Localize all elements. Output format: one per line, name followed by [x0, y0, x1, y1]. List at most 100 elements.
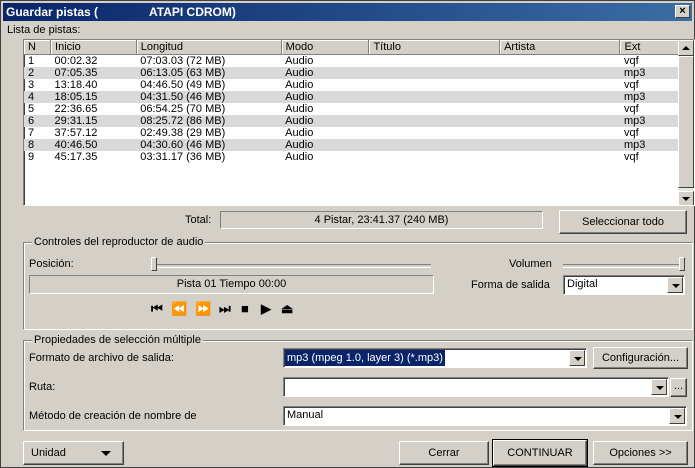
chevron-down-icon[interactable]	[651, 379, 667, 395]
track-cell	[499, 91, 620, 103]
track-cell: 04:31.50 (46 MB)	[136, 91, 282, 103]
track-cell: 37:57.12	[54, 127, 98, 139]
track-row[interactable]: 6 29:31.15 08:25.72 (86 MB) Audio mp3	[24, 115, 694, 127]
column-header[interactable]: Longitud	[136, 40, 282, 55]
column-header[interactable]: Inicio	[50, 40, 137, 55]
scroll-thumb[interactable]	[678, 56, 694, 188]
track-cell: 04:46.50 (49 MB)	[140, 79, 226, 91]
track-cell: 02:49.38 (29 MB)	[140, 127, 226, 139]
track-cell	[500, 55, 620, 68]
track-cell: 9	[28, 151, 35, 163]
title-text-2: ATAPI CDROM)	[149, 5, 236, 19]
track-row[interactable]: 2 07:05.35 06:13.05 (63 MB) Audio mp3	[24, 67, 694, 79]
track-cell: 13:18.40	[54, 79, 98, 91]
track-cell: 7	[28, 127, 35, 139]
track-cell: Audio	[285, 79, 314, 91]
eject-icon[interactable]: ⏏	[281, 302, 293, 316]
track-row[interactable]: 8 40:46.50 04:30.60 (46 MB) Audio mp3	[24, 139, 694, 151]
track-cell: 5	[28, 103, 35, 115]
output-label: Forma de salida	[471, 279, 550, 291]
track-cell: 2	[24, 67, 51, 79]
track-cell: Audio	[285, 103, 314, 115]
scroll-up-icon[interactable]	[678, 40, 694, 56]
track-cell: 40:46.50	[50, 139, 137, 151]
player-legend: Controles del reproductor de audio	[32, 236, 206, 248]
track-cell: 45:17.35	[54, 151, 98, 163]
track-cell: 18:05.15	[50, 91, 137, 103]
track-cell: 8	[24, 139, 51, 151]
track-cell	[369, 151, 500, 163]
tracklist-label: Lista de pistas:	[7, 24, 81, 36]
close-button[interactable]: Cerrar	[399, 441, 489, 465]
track-row[interactable]: 5 22:36.65 06:54.25 (70 MB) Audio vqf	[24, 103, 694, 115]
track-cell	[368, 67, 500, 79]
skip-back-icon[interactable]: ⏮	[151, 302, 163, 316]
track-cell	[499, 67, 620, 79]
properties-legend: Propiedades de selección múltiple	[32, 334, 203, 346]
config-button[interactable]: Configuración...	[593, 347, 688, 369]
naming-select[interactable]: Manual	[283, 406, 687, 426]
volume-thumb[interactable]	[679, 257, 685, 271]
track-cell: Audio	[285, 151, 314, 163]
track-cell: 06:54.25 (70 MB)	[140, 103, 226, 115]
format-label: Formato de archivo de salida:	[29, 352, 174, 364]
continue-button[interactable]: CONTINUAR	[492, 439, 588, 467]
column-header[interactable]: Modo	[281, 40, 370, 55]
position-thumb[interactable]	[151, 257, 157, 271]
track-cell	[368, 139, 500, 151]
track-cell: 03:31.17 (36 MB)	[140, 151, 226, 163]
unit-button[interactable]: Unidad	[23, 441, 124, 465]
track-cell: 08:25.72 (86 MB)	[136, 115, 282, 127]
fast-forward-icon[interactable]: ⏩	[195, 302, 211, 316]
track-cell: 4	[24, 91, 51, 103]
track-cell: 3	[28, 79, 35, 91]
scroll-down-icon[interactable]	[678, 191, 694, 205]
track-cell	[368, 91, 500, 103]
column-header[interactable]: N	[24, 40, 52, 55]
track-cell: 07:05.35	[50, 67, 137, 79]
track-cell: Audio	[281, 91, 369, 103]
stop-icon[interactable]: ■	[241, 302, 249, 316]
track-row[interactable]: 9 45:17.35 03:31.17 (36 MB) Audio vqf	[24, 151, 694, 163]
format-select[interactable]: mp3 (mpeg 1.0, layer 3) (*.mp3)	[283, 348, 587, 368]
track-cell: 00:02.32	[54, 55, 98, 67]
track-cell: Audio	[285, 55, 314, 67]
position-label: Posición:	[29, 258, 74, 270]
skip-forward-icon[interactable]: ⏭	[219, 302, 231, 316]
chevron-down-icon[interactable]	[669, 408, 685, 424]
track-cell	[500, 127, 620, 139]
track-cell	[369, 55, 500, 68]
column-header[interactable]: Artista	[499, 40, 621, 55]
select-all-button[interactable]: Seleccionar todo	[559, 210, 687, 234]
track-list-scrollbar[interactable]	[678, 40, 694, 205]
track-list[interactable]: N Inicio Longitud Modo Título Artista Ext 1 00:…	[23, 39, 695, 206]
track-row[interactable]: 1 00:02.32 07:03.03 (72 MB) Audio vqf	[24, 55, 694, 68]
column-header[interactable]: Título	[368, 40, 501, 55]
browse-button[interactable]: ...	[670, 378, 687, 397]
track-cell: 29:31.15	[50, 115, 137, 127]
volume-label: Volumen	[509, 258, 552, 270]
track-cell	[369, 103, 500, 115]
chevron-down-icon[interactable]	[667, 277, 683, 293]
track-cell	[369, 79, 500, 91]
position-slider[interactable]	[151, 264, 431, 268]
volume-slider[interactable]	[563, 264, 685, 268]
output-select[interactable]: Digital	[563, 275, 685, 295]
play-icon[interactable]: ▶	[261, 302, 271, 316]
chevron-down-icon[interactable]	[569, 350, 585, 366]
options-button[interactable]: Opciones >>	[593, 441, 688, 465]
close-icon[interactable]: ×	[675, 5, 690, 18]
track-cell: 04:30.60 (46 MB)	[136, 139, 282, 151]
track-cell: 07:03.03 (72 MB)	[140, 55, 226, 67]
track-row[interactable]: 7 37:57.12 02:49.38 (29 MB) Audio vqf	[24, 127, 694, 139]
track-row[interactable]: 3 13:18.40 04:46.50 (49 MB) Audio vqf	[24, 79, 694, 91]
track-cell: Audio	[285, 127, 314, 139]
path-select[interactable]	[283, 377, 669, 397]
dropdown-arrow-icon	[101, 451, 111, 456]
rewind-icon[interactable]: ⏪	[171, 302, 187, 316]
track-cell: 6	[24, 115, 51, 127]
track-row[interactable]: 4 18:05.15 04:31.50 (46 MB) Audio mp3	[24, 91, 694, 103]
track-cell	[369, 127, 500, 139]
track-table: N Inicio Longitud Modo Título Artista Ext 1 00:…	[24, 40, 694, 163]
total-label: Total:	[185, 214, 212, 226]
